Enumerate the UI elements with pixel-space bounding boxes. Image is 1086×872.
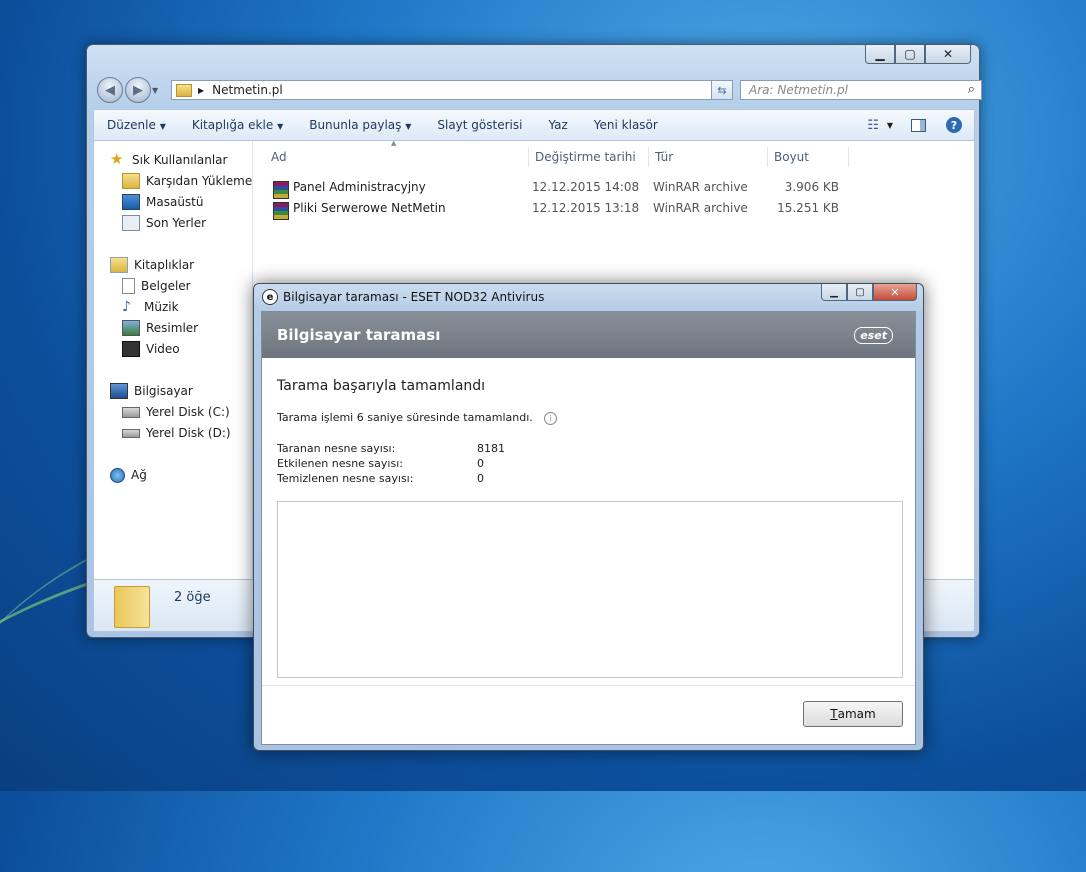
minimize-button[interactable]: ▁ (865, 45, 895, 64)
sort-indicator-icon: ▲ (391, 139, 397, 147)
file-row[interactable]: Pliki Serwerowe NetMetin 12.12.2015 13:1… (269, 198, 849, 220)
file-name: Pliki Serwerowe NetMetin (293, 201, 446, 215)
stat-value: 0 (477, 457, 484, 470)
maximize-button[interactable]: ▢ (847, 284, 873, 301)
nav-computer[interactable]: Bilgisayar (110, 381, 193, 401)
dialog-title: Bilgisayar taraması - ESET NOD32 Antivir… (283, 290, 545, 304)
videos-icon (122, 341, 140, 357)
header-title: Bilgisayar taraması (277, 326, 441, 344)
nav-pictures[interactable]: Resimler (122, 318, 198, 338)
refresh-button[interactable]: ⇆ (711, 80, 733, 100)
result-heading: Tarama başarıyla tamamlandı (277, 378, 486, 394)
stat-row: Temizlenen nesne sayısı: 0 (277, 472, 577, 485)
new-folder-button[interactable]: Yeni klasör (594, 118, 658, 132)
file-size: 3.906 KB (784, 180, 839, 194)
star-icon: ★ (110, 150, 124, 168)
nav-downloads[interactable]: Karşıdan Yüklemeler (122, 171, 252, 191)
eset-app-icon: e (262, 289, 278, 305)
help-icon[interactable]: ? (946, 117, 962, 133)
organize-menu[interactable]: Düzenle ▼ (107, 118, 166, 132)
nav-recent-places[interactable]: Son Yerler (122, 213, 206, 233)
duration-text: Tarama işlemi 6 saniye süresinde tamamla… (277, 411, 558, 425)
file-size: 15.251 KB (777, 201, 839, 215)
downloads-folder-icon (122, 173, 140, 189)
view-options-icon[interactable]: ☷ (867, 118, 879, 133)
stat-value: 8181 (477, 442, 505, 455)
navigation-pane: ★Sık Kullanılanlar Karşıdan Yüklemeler M… (94, 141, 253, 579)
nav-drive-c[interactable]: Yerel Disk (C:) (122, 402, 230, 422)
stat-label: Taranan nesne sayısı: (277, 442, 396, 455)
nav-videos[interactable]: Video (122, 339, 180, 359)
folder-icon (176, 83, 192, 97)
stat-label: Etkilenen nesne sayısı: (277, 457, 403, 470)
nav-libraries[interactable]: Kitaplıklar (110, 255, 194, 275)
nav-documents[interactable]: Belgeler (122, 276, 191, 296)
slideshow-button[interactable]: Slayt gösterisi (437, 118, 522, 132)
item-count: 2 öğe (174, 590, 211, 605)
stat-row: Etkilenen nesne sayısı: 0 (277, 457, 577, 470)
eset-logo: eset (854, 327, 893, 344)
column-header-size[interactable]: Boyut (768, 147, 849, 167)
info-icon[interactable]: i (544, 412, 558, 425)
caption-buttons: ▁ ▢ ✕ (865, 45, 971, 65)
stat-label: Temizlenen nesne sayısı: (277, 472, 414, 485)
recent-pages-dropdown[interactable]: ▼ (152, 86, 158, 95)
dialog-header: Bilgisayar taraması eset (262, 312, 915, 358)
search-icon[interactable]: ⌕ (968, 82, 975, 97)
close-button[interactable]: ✕ (873, 284, 917, 301)
pictures-icon (122, 320, 140, 336)
back-button[interactable]: ◀ (97, 77, 123, 103)
command-bar: Düzenle ▼ Kitaplığa ekle ▼ Bununla payla… (93, 109, 975, 141)
stat-row: Taranan nesne sayısı: 8181 (277, 442, 577, 455)
minimize-button[interactable]: ▁ (821, 284, 847, 301)
file-type: WinRAR archive (653, 180, 748, 194)
maximize-button[interactable]: ▢ (895, 45, 925, 64)
column-header-name[interactable]: Ad (265, 147, 529, 167)
burn-button[interactable]: Yaz (548, 118, 567, 132)
network-icon (110, 467, 125, 483)
breadcrumb[interactable]: Netmetin.pl (212, 83, 283, 97)
stat-value: 0 (477, 472, 484, 485)
dialog-titlebar: e Bilgisayar taraması - ESET NOD32 Antiv… (262, 289, 544, 305)
nav-desktop[interactable]: Masaüstü (122, 192, 203, 212)
column-header-date-modified[interactable]: Değiştirme tarihi (529, 147, 649, 167)
file-date-modified: 12.12.2015 13:18 (532, 201, 640, 215)
nav-network[interactable]: Ağ (110, 465, 147, 485)
eset-scan-dialog: e Bilgisayar taraması - ESET NOD32 Antiv… (253, 283, 924, 751)
footer-divider (262, 685, 915, 686)
dialog-body: Bilgisayar taraması eset Tarama başarıyl… (261, 311, 916, 745)
nav-favorites[interactable]: ★ Sık Kullanılanlar (110, 150, 227, 170)
nav-drive-d[interactable]: Yerel Disk (D:) (122, 423, 231, 443)
drive-icon (122, 406, 140, 418)
file-row[interactable]: Panel Administracyjny 12.12.2015 14:08 W… (269, 177, 849, 199)
file-type: WinRAR archive (653, 201, 748, 215)
libraries-icon (110, 257, 128, 273)
large-folder-icon (114, 586, 150, 628)
close-button[interactable]: ✕ (925, 45, 971, 64)
navigation-bar: ◀ ▶ ▼ ▶ Netmetin.pl ▼ ⇆ Ara: Netmetin.pl… (95, 75, 982, 105)
scan-log-box[interactable] (277, 501, 903, 678)
dialog-caption-buttons: ▁ ▢ ✕ (821, 284, 917, 302)
address-bar[interactable]: ▶ Netmetin.pl ▼ (171, 80, 731, 100)
ok-button[interactable]: Tamam (803, 701, 903, 727)
view-dropdown[interactable]: ▼ (887, 121, 893, 130)
breadcrumb-arrow-icon: ▶ (198, 85, 205, 95)
drive-icon (122, 428, 140, 438)
share-with-menu[interactable]: Bununla paylaş ▼ (309, 118, 411, 132)
column-header-type[interactable]: Tür (649, 147, 768, 167)
music-icon: ♪ (122, 299, 131, 315)
documents-icon (122, 278, 135, 294)
computer-icon (110, 383, 128, 399)
search-input[interactable]: Ara: Netmetin.pl ⌕ (740, 80, 982, 100)
file-name: Panel Administracyjny (293, 180, 426, 194)
recent-places-icon (122, 215, 140, 231)
search-placeholder: Ara: Netmetin.pl (749, 83, 848, 97)
include-in-library-menu[interactable]: Kitaplığa ekle ▼ (192, 118, 283, 132)
nav-music[interactable]: ♪ Müzik (122, 297, 179, 317)
preview-pane-icon[interactable] (911, 118, 926, 132)
forward-button[interactable]: ▶ (125, 77, 151, 103)
file-date-modified: 12.12.2015 14:08 (532, 180, 640, 194)
desktop-icon (122, 194, 140, 210)
